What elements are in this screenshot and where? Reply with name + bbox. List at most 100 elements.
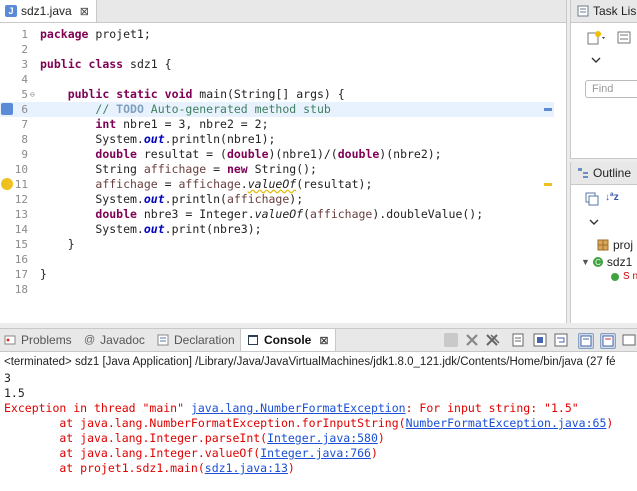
task-marker-icon[interactable] xyxy=(1,103,13,115)
code-line-18[interactable]: 18 xyxy=(0,282,554,297)
line-number: 8 xyxy=(21,133,28,146)
task-list-panel: Task Lis Find xyxy=(570,0,637,159)
stack-trace-line: at projet1.sdz1.main(sdz1.java:13) xyxy=(4,461,294,476)
tab-javadoc[interactable]: @ Javadoc xyxy=(84,329,145,351)
trace-frame-text: at java.lang.NumberFormatException.forIn… xyxy=(4,416,406,430)
console-output-line: 3 xyxy=(4,371,11,385)
code-line-7[interactable]: 7 int nbre1 = 3, nbre2 = 2; xyxy=(0,117,554,132)
code-area[interactable]: 1 package projet1; 2 3 public class sdz1 {4 5… xyxy=(0,23,566,323)
remove-launch-icon[interactable] xyxy=(465,333,479,347)
outline-tab[interactable]: Outline xyxy=(571,162,637,185)
overview-ruler-task-icon[interactable] xyxy=(544,108,552,111)
chevron-down-icon[interactable] xyxy=(591,56,601,64)
code-line-4[interactable]: 4 xyxy=(0,72,554,87)
overview-ruler-warning-icon[interactable] xyxy=(544,183,552,186)
code-line-6[interactable]: 6 // TODO Auto-generated method stub xyxy=(0,102,554,117)
trace-frame-text: at java.lang.Integer.valueOf( xyxy=(4,446,261,460)
code-line-2[interactable]: 2 xyxy=(0,42,554,57)
close-icon[interactable]: ⊠ xyxy=(80,5,89,18)
show-console-on-output-icon[interactable] xyxy=(578,333,594,349)
code-line-10[interactable]: 10 String affichage = new String(); xyxy=(0,162,554,177)
new-task-icon[interactable] xyxy=(587,30,607,46)
editor-tab-label: sdz1.java xyxy=(21,4,72,18)
code-text: System.out.println(affichage); xyxy=(40,192,304,206)
collapse-all-icon[interactable] xyxy=(585,192,599,206)
tab-label: Javadoc xyxy=(100,333,145,347)
trace-frame-suffix: ) xyxy=(377,431,385,445)
line-number: 17 xyxy=(14,268,28,281)
trace-source-link[interactable]: Integer.java:766 xyxy=(260,446,371,460)
code-text: package projet1; xyxy=(40,27,151,41)
code-text: } xyxy=(40,267,47,281)
code-line-14[interactable]: 14 System.out.print(nbre3); xyxy=(0,222,554,237)
code-line-3[interactable]: 3 public class sdz1 { xyxy=(0,57,554,72)
tab-declaration[interactable]: Declaration xyxy=(157,329,235,351)
line-number: 14 xyxy=(14,223,28,236)
trace-source-link[interactable]: Integer.java:580 xyxy=(267,431,378,445)
trace-source-link[interactable]: NumberFormatException.java:65 xyxy=(406,416,607,430)
line-number: 15 xyxy=(14,238,28,251)
code-line-13[interactable]: 13 double nbre3 = Integer.valueOf(affich… xyxy=(0,207,554,222)
trace-source-link[interactable]: sdz1.java:13 xyxy=(205,461,288,475)
trace-frame-text: at projet1.sdz1.main( xyxy=(4,461,205,475)
sort-icon[interactable]: ↓ªz xyxy=(605,192,619,203)
word-wrap-icon[interactable] xyxy=(554,333,568,347)
task-list-icon xyxy=(577,5,589,17)
filter-icon[interactable] xyxy=(617,30,633,46)
code-line-1[interactable]: 1 package projet1; xyxy=(0,27,554,42)
code-editor[interactable]: J sdz1.java ⊠ 1 package projet1; 2 3 public … xyxy=(0,0,567,323)
line-number: 4 xyxy=(21,73,28,86)
task-list-tab[interactable]: Task Lis xyxy=(571,0,637,23)
outline-item-class[interactable]: ▼ C sdz1 xyxy=(581,255,632,269)
line-number: 5 xyxy=(21,88,28,101)
svg-text:C: C xyxy=(595,258,601,267)
code-line-15[interactable]: 15 } xyxy=(0,237,554,252)
find-input[interactable]: Find xyxy=(585,80,637,98)
line-number: 2 xyxy=(21,43,28,56)
scroll-lock-icon[interactable] xyxy=(533,333,547,347)
code-line-12[interactable]: 12 System.out.println(affichage); xyxy=(0,192,554,207)
remove-all-icon[interactable] xyxy=(486,333,500,347)
line-number: 12 xyxy=(14,193,28,206)
line-number: 1 xyxy=(21,28,28,41)
console-panel: Problems @ Javadoc Declaration Console ⊠ xyxy=(0,328,637,491)
outline-item-method[interactable]: S n xyxy=(609,270,637,282)
outline-icon xyxy=(578,168,588,178)
pin-console-icon[interactable] xyxy=(622,333,636,347)
console-status: <terminated> sdz1 [Java Application] /Li… xyxy=(4,356,616,368)
tab-label: Console xyxy=(264,333,312,347)
show-console-on-error-icon[interactable] xyxy=(600,333,616,349)
code-text: affichage = affichage.valueOf(resultat); xyxy=(95,177,373,191)
code-line-9[interactable]: 9 double resultat = (double)(nbre1)/(dou… xyxy=(0,147,554,162)
warning-bulb-icon[interactable] xyxy=(1,178,13,190)
code-text: System.out.print(nbre3); xyxy=(40,222,262,236)
fold-toggle-icon[interactable]: ⊖ xyxy=(30,87,35,102)
editor-tabbar: J sdz1.java ⊠ xyxy=(0,0,566,23)
code-text: int nbre1 = 3, nbre2 = 2; xyxy=(95,117,269,131)
terminate-icon[interactable] xyxy=(444,333,458,347)
outline-item-package[interactable]: proj xyxy=(597,238,633,252)
java-file-icon: J xyxy=(5,5,17,17)
close-icon[interactable]: ⊠ xyxy=(319,334,328,347)
code-line-17[interactable]: 17} xyxy=(0,267,554,282)
editor-tab-sdz1[interactable]: J sdz1.java ⊠ xyxy=(0,0,97,22)
code-line-5[interactable]: 5 public static void main(String[] args)… xyxy=(0,87,554,102)
tab-problems[interactable]: Problems xyxy=(4,329,72,351)
code-line-11[interactable]: 11 affichage = affichage.valueOf(resulta… xyxy=(0,177,554,192)
code-text: double nbre3 = Integer.valueOf(affichage… xyxy=(95,207,484,221)
exception-class-link[interactable]: java.lang.NumberFormatException xyxy=(191,401,406,415)
declaration-icon xyxy=(157,334,169,346)
code-line-16[interactable]: 16 xyxy=(0,252,554,267)
code-text: System.out.println(nbre1); xyxy=(40,132,276,146)
class-icon: C xyxy=(592,257,603,267)
stack-trace-line: at java.lang.Integer.parseInt(Integer.ja… xyxy=(4,431,385,446)
outline-item-label: sdz1 xyxy=(606,255,633,269)
tab-label: Declaration xyxy=(174,333,235,347)
code-line-8[interactable]: 8 System.out.println(nbre1); xyxy=(0,132,554,147)
chevron-down-icon[interactable] xyxy=(589,218,599,226)
code-text: double resultat = (double)(nbre1)/(doubl… xyxy=(95,147,442,161)
stack-trace-line: at java.lang.NumberFormatException.forIn… xyxy=(4,416,613,431)
clear-console-icon[interactable] xyxy=(512,333,526,347)
tab-console[interactable]: Console ⊠ xyxy=(240,329,336,351)
expand-arrow-icon[interactable]: ▼ xyxy=(581,257,590,267)
